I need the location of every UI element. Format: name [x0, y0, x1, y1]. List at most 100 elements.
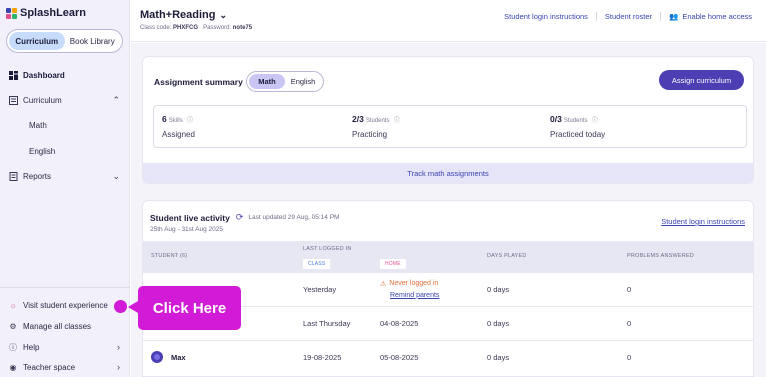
live-activity-title: Student live activity	[150, 212, 230, 223]
stat-value: 0/3	[550, 114, 562, 124]
info-icon[interactable]: ⓘ	[187, 118, 193, 124]
chevron-right-icon[interactable]: ›	[117, 342, 120, 352]
brand-logo[interactable]: SplashLearn	[6, 7, 86, 19]
sidebar-subitem-math[interactable]: Math	[29, 121, 47, 130]
subject-tab-english[interactable]: English	[285, 74, 321, 89]
table-row[interactable]: Max 19-08-2025 05-08-2025 0 days 0	[143, 339, 753, 374]
last-updated: ⟳ Last updated 29 Aug, 05:14 PM	[236, 212, 340, 223]
teacher-space-icon: ◉	[9, 362, 17, 372]
column-last-logged-in: LAST LOGGED IN	[303, 245, 352, 252]
sidebar-item-label: Help	[23, 342, 40, 352]
class-tag: CLASS	[303, 258, 331, 269]
student-roster-link[interactable]: Student roster	[595, 12, 660, 21]
enable-home-access-link[interactable]: 👥 Enable home access	[660, 12, 760, 21]
dashboard-grid-icon	[8, 70, 18, 80]
sidebar: SplashLearn Curriculum Book Library Dash…	[0, 0, 130, 377]
live-activity-header: Student live activity ⟳ Last updated 29 …	[150, 212, 339, 223]
sidebar-item-dashboard[interactable]: Dashboard	[0, 66, 130, 84]
library-switch: Curriculum Book Library	[6, 29, 123, 53]
visit-student-icon: ☼	[9, 300, 17, 310]
callout-pointer-dot	[114, 300, 127, 313]
report-doc-icon	[8, 171, 18, 181]
info-icon[interactable]: ⓘ	[592, 118, 598, 124]
users-icon: 👥	[669, 12, 679, 21]
remind-parents-link[interactable]: Remind parents	[390, 292, 471, 299]
sidebar-item-label: Dashboard	[23, 70, 65, 80]
days-played: 0 days	[479, 339, 619, 374]
column-days-played[interactable]: DAYS PLAYED	[479, 241, 619, 272]
link-label: Student roster	[604, 12, 653, 21]
student-login-instructions-link[interactable]: Student login instructions	[661, 217, 745, 226]
date-range: 25th Aug - 31st Aug 2025	[150, 226, 224, 233]
class-selector[interactable]: Math+Reading ⌄	[140, 9, 227, 21]
problems-answered: 0	[619, 271, 753, 306]
tab-book-library[interactable]: Book Library	[65, 32, 121, 50]
stat-unit: Students	[365, 118, 390, 124]
track-math-assignments-link[interactable]: Track math assignments	[143, 163, 753, 183]
class-login: Yesterday	[295, 271, 372, 306]
chevron-right-icon[interactable]: ›	[117, 362, 120, 372]
subject-tab-math[interactable]: Math	[249, 74, 285, 89]
warning-icon: ⚠	[380, 280, 387, 288]
stat-unit: Skills	[168, 118, 183, 124]
sidebar-item-curriculum[interactable]: Curriculum ⌃	[0, 91, 130, 109]
sidebar-item-reports[interactable]: Reports ⌄	[0, 167, 130, 185]
link-label: Student login instructions	[504, 12, 588, 21]
problems-answered: 0	[619, 339, 753, 374]
chevron-down-icon: ⌄	[219, 9, 228, 20]
stat-unit: Students	[563, 118, 588, 124]
never-logged-in-warning: ⚠ Never logged in	[380, 280, 471, 288]
student-login-instructions-link[interactable]: Student login instructions	[496, 12, 596, 21]
avatar	[151, 351, 163, 364]
home-login: 05-08-2025	[372, 339, 479, 374]
sidebar-item-manage-classes[interactable]: ⚙ Manage all classes	[0, 317, 130, 335]
brand-name: SplashLearn	[20, 7, 87, 19]
stat-assigned: 6 Skills ⓘ Assigned	[162, 114, 195, 139]
page-header: Math+Reading ⌄ Class code: PHXFCG Passwo…	[131, 0, 766, 42]
sidebar-item-visit-student[interactable]: ☼ Visit student experience	[0, 296, 130, 314]
sidebar-item-teacher-space[interactable]: ◉ Teacher space ›	[0, 358, 130, 376]
stat-practicing: 2/3 Students ⓘ Practicing	[352, 114, 400, 139]
chevron-up-icon[interactable]: ⌃	[112, 95, 120, 106]
class-code: PHXFCG	[173, 25, 199, 31]
assignment-summary-card: Assignment summary Math English Assign c…	[142, 56, 754, 184]
column-problems-answered[interactable]: PROBLEMS ANSWERED	[619, 241, 753, 272]
home-login: 04-08-2025	[372, 305, 479, 340]
assignment-summary-title: Assignment summary	[154, 77, 243, 87]
subject-switch: Math English	[246, 71, 324, 92]
days-played: 0 days	[479, 305, 619, 340]
class-password: note75	[232, 25, 253, 31]
curriculum-list-icon	[8, 95, 18, 105]
home-tag: HOME	[380, 258, 406, 269]
password-label: Password:	[203, 25, 232, 31]
info-icon[interactable]: ⓘ	[394, 118, 400, 124]
class-credentials: Class code: PHXFCG Password: note75	[140, 25, 252, 31]
sidebar-item-label: Manage all classes	[23, 321, 92, 331]
splashlearn-logo-icon	[6, 7, 17, 19]
chevron-down-icon[interactable]: ⌄	[112, 171, 120, 182]
assignment-stats: 6 Skills ⓘ Assigned 2/3 Students ⓘ Practic…	[153, 105, 747, 148]
stat-label: Practicing	[352, 130, 388, 139]
tab-curriculum[interactable]: Curriculum	[9, 32, 65, 50]
sidebar-item-label: Visit student experience	[23, 300, 108, 310]
refresh-icon[interactable]: ⟳	[236, 212, 244, 223]
sidebar-item-label: Teacher space	[23, 362, 76, 372]
class-login: Last Thursday	[295, 305, 372, 340]
sidebar-item-help[interactable]: ⓘ Help ›	[0, 338, 130, 356]
sidebar-divider	[0, 287, 130, 288]
help-circle-icon: ⓘ	[9, 342, 17, 352]
stat-value: 6	[162, 114, 167, 124]
assign-curriculum-button[interactable]: Assign curriculum	[659, 70, 744, 90]
column-student[interactable]: STUDENT (6)	[143, 241, 295, 272]
page-title: Math+Reading	[140, 9, 216, 21]
sidebar-item-label: Curriculum	[23, 95, 62, 105]
warning-text: Never logged in	[389, 280, 439, 287]
class-login: 19-08-2025	[295, 339, 372, 374]
stat-value: 2/3	[352, 114, 364, 124]
stat-label: Practiced today	[550, 130, 606, 139]
sidebar-item-label: Reports	[23, 171, 52, 181]
problems-answered: 0	[619, 305, 753, 340]
sidebar-subitem-english[interactable]: English	[29, 147, 55, 156]
class-code-label: Class code:	[140, 25, 172, 31]
last-updated-text: Last updated 29 Aug, 05:14 PM	[248, 214, 340, 221]
